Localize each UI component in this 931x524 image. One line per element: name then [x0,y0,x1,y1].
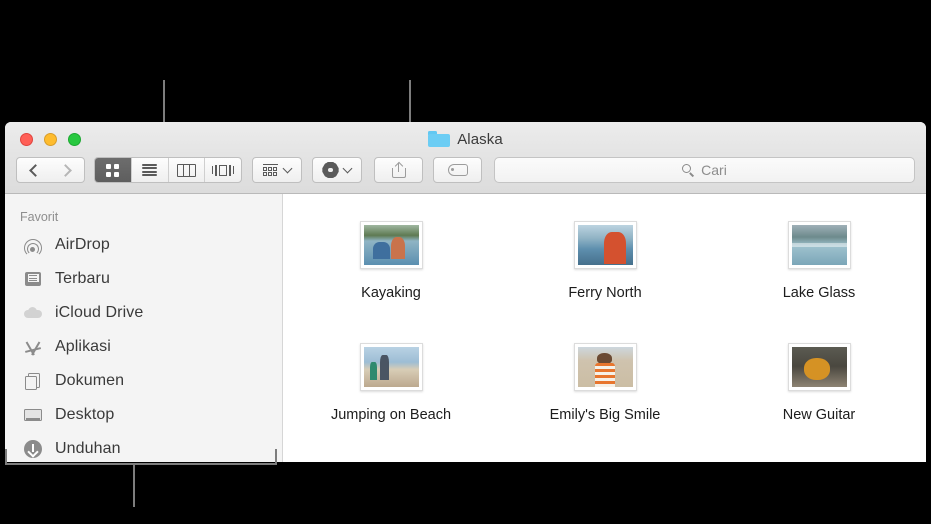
back-button[interactable] [16,157,51,183]
finder-window: Alaska Cari Favorit AirDrop Terbaru iClo… [5,122,926,462]
sidebar-item-label: Desktop [55,406,115,423]
sidebar-item-icloud-drive[interactable]: iCloud Drive [5,296,282,330]
sidebar-item-label: Dokumen [55,372,125,389]
icon-view-button[interactable] [95,158,132,182]
file-item[interactable]: New Guitar [712,328,926,450]
chevron-down-icon [342,163,353,174]
file-item[interactable]: Emily's Big Smile [498,328,712,450]
airdrop-icon [23,235,43,257]
file-name: Jumping on Beach [330,407,452,423]
window-titlebar: Alaska Cari [5,122,926,194]
screenshot-root: Alaska Cari Favorit AirDrop Terbaru iClo… [0,0,931,524]
downloads-icon [23,439,43,459]
file-item[interactable] [498,450,712,462]
list-view-button[interactable] [132,158,169,182]
window-title-text: Alaska [457,130,503,148]
sidebar-item-label: Aplikasi [55,338,111,355]
folder-icon [428,131,451,147]
sidebar-item-airdrop[interactable]: AirDrop [5,228,282,262]
callout-sidebar-stem [133,463,135,507]
file-item[interactable]: Jumping on Beach [284,328,498,450]
gear-icon [321,162,340,178]
view-options-segmented-control[interactable] [94,157,242,183]
file-name: Ferry North [568,285,642,301]
file-thumbnail [573,221,637,269]
file-name: Kayaking [361,285,421,301]
tag-icon [447,164,468,176]
file-item[interactable]: Kayaking [284,206,498,328]
file-thumbnail [573,343,637,391]
file-browser-content: Kayaking Ferry North Lake Glass Jumping … [284,194,926,462]
file-thumbnail [359,221,423,269]
arrange-button[interactable] [252,157,302,183]
search-icon [682,164,694,177]
sidebar-item-aplikasi[interactable]: Aplikasi [5,330,282,364]
chevron-right-icon [59,163,72,177]
forward-button[interactable] [50,157,85,183]
callout-sidebar-bracket-left [5,449,7,465]
file-item[interactable] [712,450,926,462]
desktop-icon [23,405,43,425]
search-placeholder: Cari [701,162,727,178]
file-item[interactable]: Ferry North [498,206,712,328]
sidebar-item-label: AirDrop [55,236,110,253]
file-thumbnail [359,343,423,391]
chevron-down-icon [282,163,293,174]
action-menu-button[interactable] [312,157,362,183]
file-item[interactable] [284,450,498,462]
sidebar-item-label: Unduhan [55,440,121,457]
icon-grid: Kayaking Ferry North Lake Glass Jumping … [284,194,926,462]
columns-icon [176,163,196,177]
window-title: Alaska [5,128,926,150]
recents-icon [23,269,43,289]
gallery-view-button[interactable] [205,158,241,182]
file-name: New Guitar [782,407,856,423]
file-item[interactable]: Lake Glass [712,206,926,328]
column-view-button[interactable] [169,158,206,182]
file-thumbnail [787,221,851,269]
tag-button[interactable] [433,157,482,183]
share-icon [391,161,406,178]
list-icon [142,164,158,176]
sidebar-item-label: iCloud Drive [55,304,144,321]
sidebar-item-terbaru[interactable]: Terbaru [5,262,282,296]
file-name: Emily's Big Smile [549,407,661,423]
chevron-left-icon [28,163,42,177]
file-name: Lake Glass [782,285,856,301]
applications-icon [23,337,43,357]
icloud-icon [23,303,43,323]
arrange-grid-icon [263,163,278,177]
grid-icon [106,163,120,177]
sidebar-section-header: Favorit [20,210,59,224]
sidebar-item-label: Terbaru [55,270,110,287]
documents-icon [23,371,43,391]
share-button[interactable] [374,157,423,183]
file-thumbnail [787,343,851,391]
sidebar-item-dokumen[interactable]: Dokumen [5,364,282,398]
cover-flow-icon [212,164,235,177]
callout-sidebar-bracket-bottom [5,463,277,465]
sidebar-item-unduhan[interactable]: Unduhan [5,432,282,462]
sidebar: Favorit AirDrop Terbaru iCloud Drive Apl… [5,194,283,462]
search-field[interactable]: Cari [494,157,915,183]
sidebar-item-desktop[interactable]: Desktop [5,398,282,432]
callout-sidebar-bracket-right [275,449,277,465]
